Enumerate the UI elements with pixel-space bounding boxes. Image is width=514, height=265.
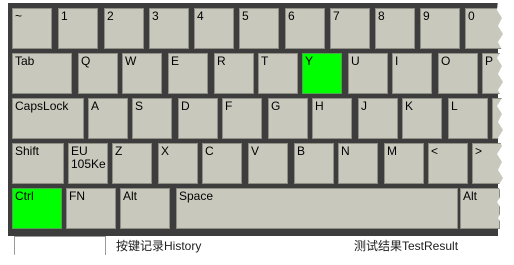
key-blank[interactable]	[492, 98, 514, 139]
key-ctrl[interactable]: Ctrl	[12, 188, 62, 229]
key-v[interactable]: V	[248, 143, 288, 184]
key-g[interactable]: G	[268, 98, 308, 139]
key-alt[interactable]: Alt	[120, 188, 170, 229]
tab-strip: 按键记录History 测试结果TestResult	[8, 236, 498, 258]
key-a[interactable]: A	[88, 98, 128, 139]
key-e[interactable]: E	[168, 53, 208, 94]
key-alt[interactable]: Alt	[460, 188, 500, 229]
key-capslock[interactable]: CapsLock	[12, 98, 84, 139]
key-symbol[interactable]: ~	[12, 8, 52, 49]
key-0[interactable]: 0	[465, 8, 505, 49]
key-fn[interactable]: FN	[66, 188, 116, 229]
key-3[interactable]: 3	[149, 8, 189, 49]
key-2[interactable]: 2	[104, 8, 144, 49]
keyboard-panel: ~1 2 3 4 5 6 7 8 9 0 Tab Q W E R T Y U I O P CapsLock A S D F G H J K…	[8, 3, 514, 236]
key-w[interactable]: W	[122, 53, 162, 94]
key-shift[interactable]: Shift	[12, 143, 64, 184]
tab-keyboard[interactable]	[14, 236, 106, 255]
key-8[interactable]: 8	[375, 8, 415, 49]
key-p[interactable]: P	[482, 53, 514, 94]
key-q[interactable]: Q	[78, 53, 118, 94]
key-symbol[interactable]: <	[428, 143, 468, 184]
key-7[interactable]: 7	[330, 8, 370, 49]
key-4[interactable]: 4	[194, 8, 234, 49]
tab-history[interactable]: 按键记录History	[116, 236, 336, 256]
key-m[interactable]: M	[384, 143, 424, 184]
key-b[interactable]: B	[294, 143, 334, 184]
key-1[interactable]: 1	[58, 8, 98, 49]
key-c[interactable]: C	[202, 143, 242, 184]
key-l[interactable]: L	[448, 98, 488, 139]
key-n[interactable]: N	[338, 143, 378, 184]
key-y[interactable]: Y	[302, 53, 342, 94]
key-k[interactable]: K	[402, 98, 442, 139]
key-f[interactable]: F	[222, 98, 262, 139]
key-6[interactable]: 6	[285, 8, 325, 49]
key-i[interactable]: I	[392, 53, 432, 94]
key-d[interactable]: D	[178, 98, 218, 139]
key-j[interactable]: J	[358, 98, 398, 139]
key-h[interactable]: H	[312, 98, 352, 139]
key-5[interactable]: 5	[239, 8, 279, 49]
key-t[interactable]: T	[258, 53, 298, 94]
key-r[interactable]: R	[214, 53, 254, 94]
key-z[interactable]: Z	[112, 143, 152, 184]
key-tab[interactable]: Tab	[12, 53, 72, 94]
key-x[interactable]: X	[158, 143, 198, 184]
key-u[interactable]: U	[348, 53, 388, 94]
key-9[interactable]: 9	[420, 8, 460, 49]
key-s[interactable]: S	[132, 98, 172, 139]
key-symbol[interactable]: >	[472, 143, 512, 184]
tab-test-result[interactable]: 测试结果TestResult	[354, 236, 498, 256]
key-space[interactable]: Space	[176, 188, 458, 229]
key-eu-105ke[interactable]: EU 105Ke	[68, 143, 108, 184]
key-o[interactable]: O	[438, 53, 478, 94]
